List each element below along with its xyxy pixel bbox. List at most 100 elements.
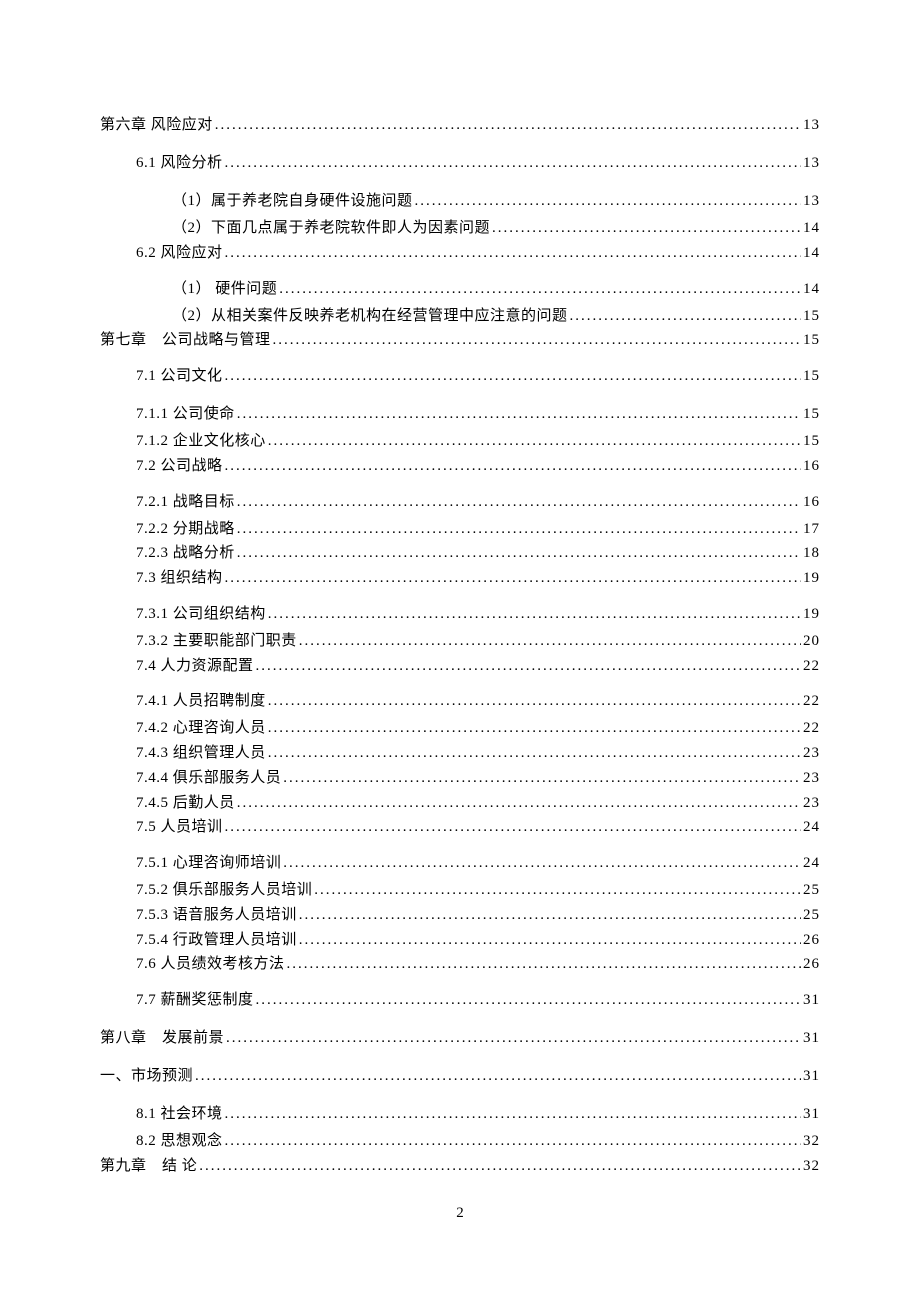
toc-leader-dots bbox=[268, 716, 801, 741]
toc-entry-label: 7.2 公司战略 bbox=[136, 454, 223, 479]
toc-entry-label: 6.1 风险分析 bbox=[136, 148, 223, 178]
toc-entry: 7.6 人员绩效考核方法26 bbox=[100, 952, 820, 977]
toc-leader-dots bbox=[225, 361, 801, 391]
toc-entry-label: 7.4.3 组织管理人员 bbox=[136, 741, 266, 766]
toc-entry-label: 第七章 公司战略与管理 bbox=[100, 328, 271, 353]
table-of-contents: 第六章 风险应对136.1 风险分析13（1）属于养老院自身硬件设施问题13（2… bbox=[100, 110, 820, 1179]
toc-entry-page: 24 bbox=[803, 848, 820, 878]
toc-entry-page: 14 bbox=[803, 274, 820, 304]
toc-entry: 7.3.1 公司组织结构19 bbox=[100, 599, 820, 629]
toc-leader-dots bbox=[256, 654, 801, 679]
toc-leader-dots bbox=[225, 1099, 801, 1129]
toc-entry: 7.4 人力资源配置 22 bbox=[100, 654, 820, 679]
toc-entry-label: （2）从相关案件反映养老机构在经营管理中应注意的问题 bbox=[172, 304, 568, 329]
toc-entry: 7.7 薪酬奖惩制度 31 bbox=[100, 985, 820, 1015]
toc-entry: （2）从相关案件反映养老机构在经营管理中应注意的问题15 bbox=[100, 304, 820, 329]
toc-entry-label: 第九章 结 论 bbox=[100, 1154, 197, 1179]
toc-entry-page: 25 bbox=[803, 878, 820, 903]
toc-entry-label: （2）下面几点属于养老院软件即人为因素问题 bbox=[172, 216, 490, 241]
toc-entry-label: 7.5.1 心理咨询师培训 bbox=[136, 848, 281, 878]
toc-entry-label: 8.2 思想观念 bbox=[136, 1129, 223, 1154]
toc-leader-dots bbox=[237, 791, 801, 816]
toc-entry: 第七章 公司战略与管理15 bbox=[100, 328, 820, 353]
toc-leader-dots bbox=[237, 487, 801, 517]
toc-leader-dots bbox=[226, 1023, 801, 1053]
toc-entry-label: 7.5.4 行政管理人员培训 bbox=[136, 928, 297, 953]
toc-entry-label: 7.3.1 公司组织结构 bbox=[136, 599, 266, 629]
toc-leader-dots bbox=[225, 148, 801, 178]
toc-leader-dots bbox=[225, 241, 801, 266]
toc-leader-dots bbox=[225, 566, 801, 591]
toc-entry-label: （1） 硬件问题 bbox=[172, 274, 277, 304]
toc-entry-label: 7.4.1 人员招聘制度 bbox=[136, 686, 266, 716]
toc-entry: 7.3.2 主要职能部门职责 20 bbox=[100, 629, 820, 654]
toc-entry-label: 7.4.5 后勤人员 bbox=[136, 791, 235, 816]
toc-entry-page: 14 bbox=[803, 241, 820, 266]
toc-entry: 7.5.2 俱乐部服务人员培训25 bbox=[100, 878, 820, 903]
toc-entry: （1）属于养老院自身硬件设施问题 13 bbox=[100, 186, 820, 216]
toc-entry: 第八章 发展前景 31 bbox=[100, 1023, 820, 1053]
toc-entry-label: 7.7 薪酬奖惩制度 bbox=[136, 985, 254, 1015]
toc-entry-page: 22 bbox=[803, 654, 820, 679]
toc-entry: 7.2.1 战略目标16 bbox=[100, 487, 820, 517]
toc-entry-page: 23 bbox=[803, 741, 820, 766]
document-page: 第六章 风险应对136.1 风险分析13（1）属于养老院自身硬件设施问题13（2… bbox=[0, 0, 920, 1282]
toc-entry: 7.4.5 后勤人员 23 bbox=[100, 791, 820, 816]
toc-leader-dots bbox=[237, 517, 801, 542]
toc-entry-page: 23 bbox=[803, 791, 820, 816]
toc-leader-dots bbox=[268, 429, 801, 454]
toc-entry-label: 7.1.1 公司使命 bbox=[136, 399, 235, 429]
toc-entry-page: 13 bbox=[803, 148, 820, 178]
toc-leader-dots bbox=[256, 985, 801, 1015]
toc-leader-dots bbox=[299, 629, 801, 654]
toc-leader-dots bbox=[225, 815, 801, 840]
toc-entry-page: 17 bbox=[803, 517, 820, 542]
toc-entry-label: 6.2 风险应对 bbox=[136, 241, 223, 266]
toc-leader-dots bbox=[273, 328, 801, 353]
toc-leader-dots bbox=[283, 848, 801, 878]
toc-leader-dots bbox=[195, 1061, 801, 1091]
toc-leader-dots bbox=[237, 399, 801, 429]
toc-entry-label: 7.6 人员绩效考核方法 bbox=[136, 952, 285, 977]
toc-entry-label: 7.1.2 企业文化核心 bbox=[136, 429, 266, 454]
toc-entry: 7.4.2 心理咨询人员22 bbox=[100, 716, 820, 741]
toc-entry-page: 31 bbox=[803, 1023, 820, 1053]
page-number: 2 bbox=[100, 1205, 820, 1222]
toc-entry-page: 13 bbox=[803, 110, 820, 140]
toc-entry-page: 32 bbox=[803, 1154, 820, 1179]
toc-entry-page: 19 bbox=[803, 566, 820, 591]
toc-entry-label: 第六章 风险应对 bbox=[100, 110, 213, 140]
toc-entry-label: 第八章 发展前景 bbox=[100, 1023, 224, 1053]
toc-entry-label: 7.3 组织结构 bbox=[136, 566, 223, 591]
toc-entry: 6.2 风险应对 14 bbox=[100, 241, 820, 266]
toc-leader-dots bbox=[283, 766, 801, 791]
toc-entry-page: 13 bbox=[803, 186, 820, 216]
toc-entry-page: 31 bbox=[803, 985, 820, 1015]
toc-entry: 8.1 社会环境 31 bbox=[100, 1099, 820, 1129]
toc-entry-page: 31 bbox=[803, 1061, 820, 1091]
toc-leader-dots bbox=[415, 186, 801, 216]
toc-entry-page: 15 bbox=[803, 399, 820, 429]
toc-entry-label: 8.1 社会环境 bbox=[136, 1099, 223, 1129]
toc-entry: 7.3 组织结构 19 bbox=[100, 566, 820, 591]
toc-entry-page: 15 bbox=[803, 361, 820, 391]
toc-entry: 第九章 结 论 32 bbox=[100, 1154, 820, 1179]
toc-entry-page: 16 bbox=[803, 454, 820, 479]
toc-entry-label: 7.4.4 俱乐部服务人员 bbox=[136, 766, 281, 791]
toc-leader-dots bbox=[199, 1154, 801, 1179]
toc-entry: 7.4.3 组织管理人员 23 bbox=[100, 741, 820, 766]
toc-leader-dots bbox=[237, 541, 801, 566]
toc-entry-label: 7.3.2 主要职能部门职责 bbox=[136, 629, 297, 654]
toc-entry-page: 22 bbox=[803, 716, 820, 741]
toc-entry-page: 16 bbox=[803, 487, 820, 517]
toc-entry-page: 31 bbox=[803, 1099, 820, 1129]
toc-entry-page: 14 bbox=[803, 216, 820, 241]
toc-entry: （2）下面几点属于养老院软件即人为因素问题 14 bbox=[100, 216, 820, 241]
toc-leader-dots bbox=[570, 304, 801, 329]
toc-entry-page: 22 bbox=[803, 686, 820, 716]
toc-entry-label: 7.2.2 分期战略 bbox=[136, 517, 235, 542]
toc-entry-label: 7.4 人力资源配置 bbox=[136, 654, 254, 679]
toc-entry-label: （1）属于养老院自身硬件设施问题 bbox=[172, 186, 413, 216]
toc-entry-page: 20 bbox=[803, 629, 820, 654]
toc-entry-label: 7.5.3 语音服务人员培训 bbox=[136, 903, 297, 928]
